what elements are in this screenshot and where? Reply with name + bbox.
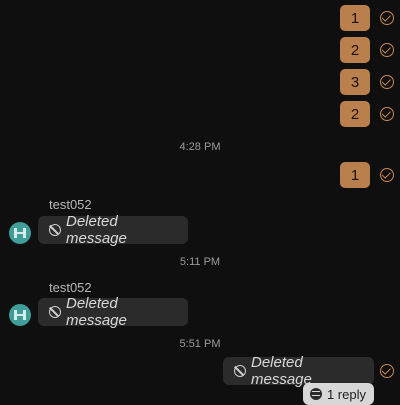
sender-name: test052 [49, 280, 92, 295]
timestamp-separator: 5:51 PM [179, 338, 221, 350]
message-text: Deleted message [66, 213, 127, 247]
avatar[interactable] [9, 222, 31, 244]
reply-count-label: 1 reply [326, 386, 366, 402]
timestamp-separator: 4:28 PM [179, 141, 221, 153]
timestamp-separator: 5:11 PM [179, 256, 221, 268]
deleted-icon [49, 224, 61, 236]
deleted-icon [234, 365, 246, 377]
deleted-message-bubble[interactable]: Deleted message [38, 213, 188, 247]
deleted-icon [49, 306, 61, 318]
outgoing-deleted-message-bubble[interactable]: Deleted message [223, 354, 374, 388]
message-text: Deleted message [66, 295, 127, 329]
avatar-pattern-icon [13, 308, 27, 322]
thread-reply-button[interactable]: 1 reply [302, 383, 374, 405]
sender-name: test052 [49, 197, 92, 212]
avatar[interactable] [9, 304, 31, 326]
read-check-icon [380, 168, 394, 182]
read-check-icon [380, 107, 394, 121]
message-text: 2 [350, 105, 360, 123]
outgoing-message-bubble[interactable]: 2 [340, 37, 370, 63]
read-check-icon [380, 43, 394, 57]
avatar-pattern-icon [13, 226, 27, 240]
outgoing-message-bubble[interactable]: 3 [340, 69, 370, 95]
message-text: 3 [350, 73, 360, 91]
message-text: 1 [350, 9, 360, 27]
read-check-icon [380, 364, 394, 378]
outgoing-message-bubble[interactable]: 1 [340, 162, 370, 188]
reply-thread-icon [309, 388, 322, 400]
outgoing-message-bubble[interactable]: 2 [340, 101, 370, 127]
read-check-icon [380, 11, 394, 25]
message-text: 2 [350, 41, 360, 59]
outgoing-message-bubble[interactable]: 1 [340, 5, 370, 31]
message-text: 1 [350, 166, 360, 184]
deleted-message-bubble[interactable]: Deleted message [38, 295, 188, 329]
read-check-icon [380, 75, 394, 89]
